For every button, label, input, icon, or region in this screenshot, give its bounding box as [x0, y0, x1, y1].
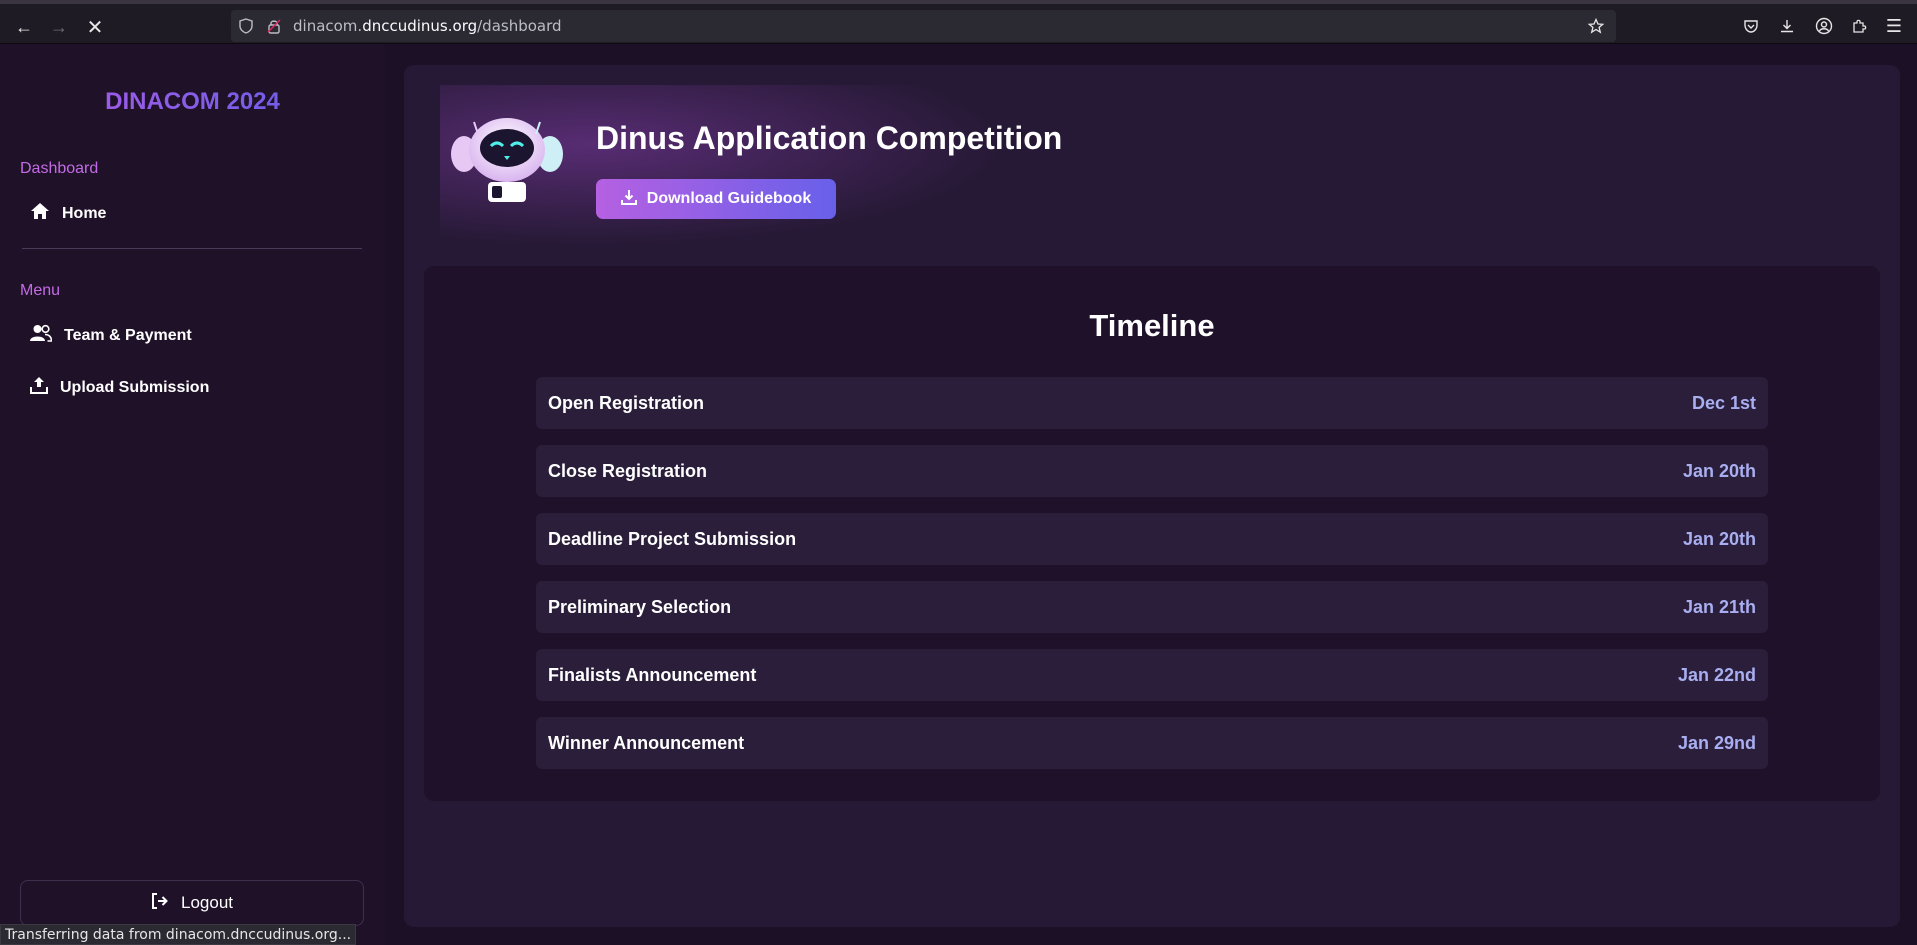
logout-label: Logout — [181, 893, 233, 912]
timeline-event-date: Jan 21th — [1682, 596, 1756, 617]
timeline-event-date: Jan 20th — [1682, 460, 1756, 481]
back-icon[interactable]: ← — [9, 12, 39, 42]
logout-icon — [151, 892, 169, 914]
logout-button[interactable]: Logout — [20, 880, 364, 926]
sidebar-item-team-payment[interactable]: Team & Payment — [30, 324, 192, 347]
timeline-event-label: Preliminary Selection — [548, 596, 732, 617]
bookmark-star-icon[interactable] — [1587, 17, 1605, 35]
timeline-event-label: Winner Announcement — [548, 732, 745, 753]
timeline-card: Timeline Open Registration Dec 1st Close… — [424, 266, 1880, 801]
robot-mascot-icon — [444, 112, 570, 202]
sidebar-item-label: Home — [62, 204, 107, 222]
sidebar: DINACOM 2024 Dashboard Home Menu Team & … — [0, 44, 385, 945]
timeline-event-label: Deadline Project Submission — [548, 528, 797, 549]
menu-icon[interactable]: ☰ — [1884, 16, 1904, 36]
timeline-row: Deadline Project Submission Jan 20th — [536, 513, 1768, 565]
timeline-row: Finalists Announcement Jan 22nd — [536, 649, 1768, 701]
brand-logo-text[interactable]: DINACOM 2024 — [0, 88, 385, 116]
timeline-row: Winner Announcement Jan 29nd — [536, 717, 1768, 769]
extensions-icon[interactable] — [1849, 16, 1869, 36]
timeline-row: Close Registration Jan 20th — [536, 445, 1768, 497]
timeline-event-label: Close Registration — [548, 460, 708, 481]
section-label-menu: Menu — [20, 282, 61, 299]
url-bar[interactable]: dinacom.dnccudinus.org/dashboard — [231, 10, 1616, 42]
timeline-event-label: Finalists Announcement — [548, 664, 757, 685]
sidebar-item-label: Upload Submission — [60, 378, 210, 396]
sidebar-item-home[interactable]: Home — [30, 202, 106, 225]
url-prefix: dinacom. — [293, 17, 363, 35]
download-icon — [620, 189, 637, 210]
page-title: Dinus Application Competition — [596, 120, 1063, 156]
timeline-event-label: Open Registration — [548, 392, 705, 413]
lock-icon[interactable] — [265, 17, 283, 35]
users-icon — [30, 324, 53, 347]
sidebar-item-upload-submission[interactable]: Upload Submission — [30, 376, 209, 399]
timeline-event-date: Jan 22nd — [1677, 664, 1756, 685]
timeline-row: Preliminary Selection Jan 21th — [536, 581, 1768, 633]
timeline-title: Timeline — [1089, 308, 1215, 343]
sidebar-item-label: Team & Payment — [64, 326, 192, 344]
url-text[interactable]: dinacom.dnccudinus.org/dashboard — [293, 17, 562, 35]
download-label: Download Guidebook — [646, 190, 812, 207]
section-label-dashboard: Dashboard — [20, 160, 99, 177]
sidebar-divider — [22, 248, 362, 249]
account-icon[interactable] — [1814, 16, 1834, 36]
stop-loading-icon[interactable]: ✕ — [80, 12, 110, 42]
pocket-icon[interactable] — [1741, 16, 1761, 36]
timeline-event-date: Dec 1st — [1691, 392, 1756, 413]
downloads-icon[interactable] — [1777, 16, 1797, 36]
home-icon — [30, 202, 50, 225]
browser-toolbar: ← → ✕ dinacom.dnccudinus.org/dashboard ☰ — [0, 0, 1917, 44]
timeline-row: Open Registration Dec 1st — [536, 377, 1768, 429]
forward-icon[interactable]: → — [44, 12, 74, 42]
upload-icon — [30, 376, 48, 399]
timeline-event-date: Jan 20th — [1682, 528, 1756, 549]
browser-status-bar: Transferring data from dinacom.dnccudinu… — [0, 924, 357, 945]
timeline-event-date: Jan 29nd — [1677, 732, 1756, 753]
url-host: dnccudinus.org — [362, 17, 478, 35]
download-guidebook-button[interactable]: Download Guidebook — [596, 179, 836, 219]
url-path: /dashboard — [477, 17, 562, 35]
shield-icon[interactable] — [237, 17, 255, 35]
